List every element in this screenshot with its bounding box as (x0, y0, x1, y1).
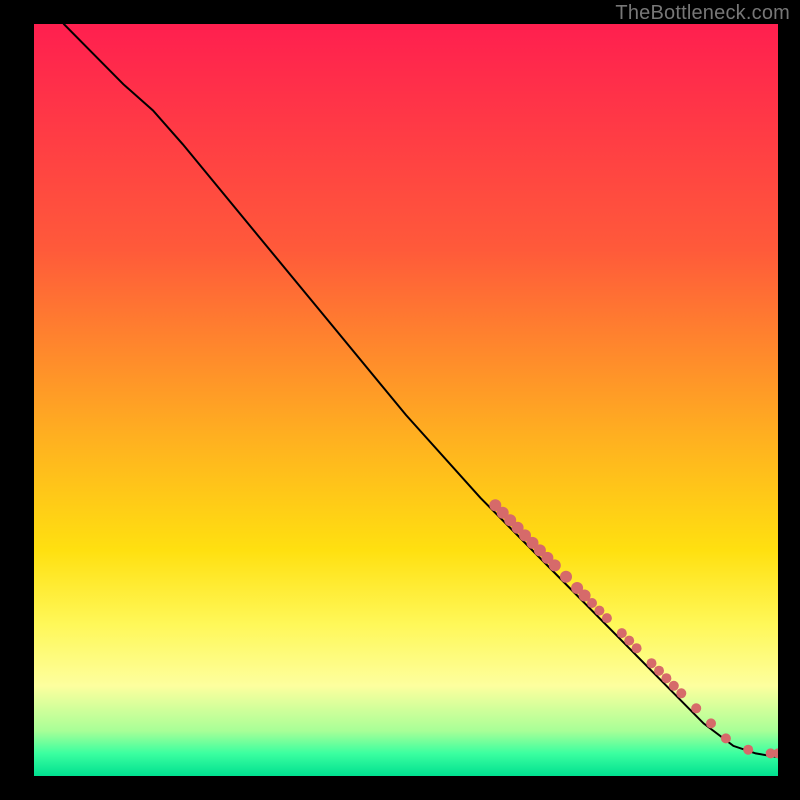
data-point (743, 745, 753, 755)
watermark-text: TheBottleneck.com (615, 2, 790, 25)
chart-frame: TheBottleneck.com (0, 0, 800, 800)
data-point (549, 559, 561, 571)
data-point (617, 628, 627, 638)
chart-plot-area (34, 24, 778, 776)
data-point (676, 688, 686, 698)
data-point (624, 636, 634, 646)
data-point (691, 703, 701, 713)
data-point (706, 718, 716, 728)
data-point (587, 598, 597, 608)
data-point (669, 681, 679, 691)
data-point (594, 606, 604, 616)
data-point (560, 571, 572, 583)
gradient-background (34, 24, 778, 776)
data-point (661, 673, 671, 683)
data-point (602, 613, 612, 623)
data-point (647, 658, 657, 668)
data-point (632, 643, 642, 653)
data-point (721, 733, 731, 743)
data-point (654, 666, 664, 676)
chart-svg (34, 24, 778, 776)
